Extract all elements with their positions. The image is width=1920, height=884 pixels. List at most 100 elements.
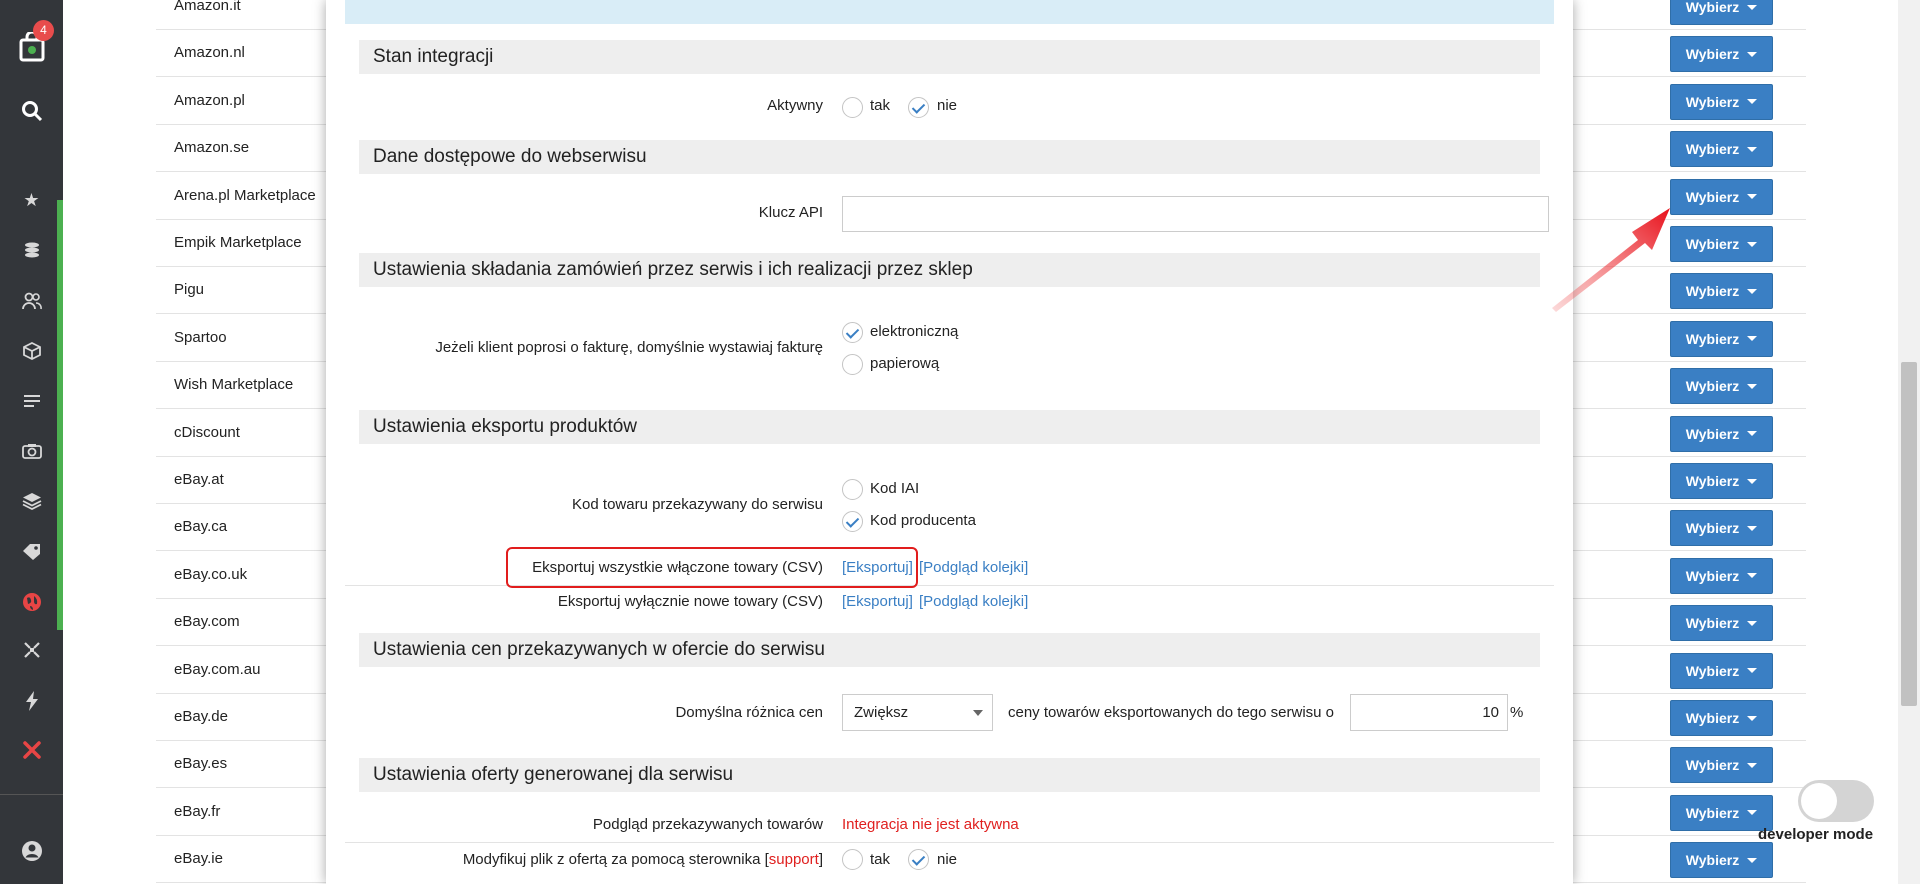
caret-down-icon [1747,99,1758,105]
active-no-label: nie [937,97,958,114]
tag-icon[interactable] [0,542,63,565]
layers-icon[interactable] [0,492,63,515]
red-arrow-annotation [1552,208,1670,312]
modify-label: Modyfikuj plik z ofertą za pomocą sterow… [462,851,823,868]
caret-down-icon [1747,573,1758,579]
code-iai-label: Kod IAI [870,480,920,497]
modify-no-label: nie [937,851,958,868]
caret-down-icon [1747,241,1758,247]
wybierz-button[interactable]: Wybierz [1670,510,1773,547]
orders-icon[interactable] [0,392,63,414]
wybierz-button-label: Wybierz [1685,46,1740,63]
api-key-input[interactable] [842,196,1549,232]
wybierz-button[interactable]: Wybierz [1670,226,1773,262]
marketplace-name: Wish Marketplace [174,376,294,394]
code-iai-radio[interactable] [842,479,863,500]
wybierz-button[interactable]: Wybierz [1670,131,1773,168]
active-yes-radio[interactable] [842,97,863,118]
invoice-electronic-label: elektroniczną [870,323,959,340]
wybierz-button[interactable]: Wybierz [1670,463,1773,499]
caret-down-icon [1747,4,1758,10]
wybierz-button[interactable]: Wybierz [1670,0,1773,25]
marketplace-name: Arena.pl Marketplace [174,186,316,204]
wybierz-button-label: Wybierz [1685,852,1740,869]
wybierz-button-label: Wybierz [1685,520,1740,537]
support-link[interactable]: support [769,851,819,868]
cart-icon[interactable] [0,30,63,66]
caret-down-icon [1747,668,1758,674]
camera-icon[interactable] [0,442,63,464]
wybierz-button-label: Wybierz [1685,283,1740,300]
developer-mode-toggle-knob [1801,783,1837,819]
export-new-link[interactable]: [Eksportuj] [842,593,913,610]
wybierz-button[interactable]: Wybierz [1670,652,1773,689]
wybierz-button[interactable]: Wybierz [1670,605,1773,642]
price-diff-unit: % [1510,704,1524,721]
wybierz-button[interactable]: Wybierz [1670,557,1773,594]
account-icon[interactable] [0,840,63,867]
caret-down-icon [1747,383,1758,389]
marketplace-name: Empik Marketplace [174,234,302,251]
preview-label: Podgląd przekazywanych towarów [592,816,823,833]
marketplace-name: eBay.de [174,708,228,725]
coins-icon[interactable] [0,241,63,264]
section-offer-heading: Ustawienia oferty generowanej dla serwis… [359,758,1540,792]
star-icon[interactable]: ★ [0,189,63,211]
wybierz-button[interactable]: Wybierz [1670,320,1773,357]
marketplace-name: eBay.fr [174,802,221,820]
export-new-queue-link[interactable]: [Podgląd kolejki] [919,593,1028,610]
wybierz-button[interactable]: Wybierz [1670,700,1773,736]
box-icon[interactable] [0,341,63,366]
price-diff-input[interactable]: 10 [1350,694,1508,731]
export-all-queue-link[interactable]: [Podgląd kolejki] [919,559,1028,576]
wybierz-button-label: Wybierz [1685,710,1740,726]
section-orders-heading: Ustawienia składania zamówień przez serw… [359,253,1540,287]
caret-down-icon [1747,478,1758,484]
modify-no-radio[interactable] [908,849,929,870]
section-prices-heading: Ustawienia cen przekazywanych w ofercie … [359,633,1540,667]
wybierz-button[interactable]: Wybierz [1670,273,1773,310]
wybierz-button[interactable]: Wybierz [1670,83,1773,120]
lightning-icon[interactable] [0,691,63,716]
marketplace-name: eBay.com [174,613,240,631]
wybierz-button[interactable]: Wybierz [1670,178,1773,215]
invoice-electronic-radio[interactable] [842,322,863,343]
wybierz-button-label: Wybierz [1685,188,1740,205]
code-producer-label: Kod producenta [870,512,976,529]
users-icon[interactable] [0,292,63,315]
price-diff-select[interactable]: Zwiększ [842,694,993,731]
wybierz-button-label: Wybierz [1685,330,1740,347]
caret-down-icon [1747,620,1758,626]
active-no-radio[interactable] [908,97,929,118]
marketplace-name: Pigu [174,281,205,299]
wybierz-button[interactable]: Wybierz [1670,36,1773,73]
invoice-paper-label: papierową [870,355,940,372]
marketplace-name: eBay.ca [174,518,228,536]
wybierz-button[interactable]: Wybierz [1670,415,1773,452]
marketplace-name: eBay.co.uk [174,565,248,583]
caret-down-icon [1747,715,1758,721]
wybierz-button-label: Wybierz [1685,615,1740,632]
wybierz-button-label: Wybierz [1685,804,1740,821]
active-indicator [57,200,63,630]
product-code-label: Kod towaru przekazywany do serwisu [572,496,823,513]
wybierz-button[interactable]: Wybierz [1670,747,1773,784]
invoice-paper-radio[interactable] [842,354,863,375]
search-icon[interactable] [0,100,63,126]
highlight-box [506,547,918,588]
caret-down-icon [1747,194,1758,200]
wybierz-button[interactable]: Wybierz [1670,368,1773,405]
scrollbar-thumb[interactable] [1901,362,1917,706]
integrations-icon[interactable] [0,641,63,664]
globe-icon[interactable] [0,592,63,617]
marketplace-name: eBay.ie [174,850,223,868]
chevron-down-icon [973,710,983,716]
modify-yes-radio[interactable] [842,849,863,870]
wybierz-button-label: Wybierz [1685,567,1740,584]
caret-down-icon [1747,762,1758,768]
code-producer-radio[interactable] [842,511,863,532]
section-export-heading: Ustawienia eksportu produktów [359,410,1540,444]
price-diff-label: Domyślna różnica cen [675,704,823,721]
wybierz-button[interactable]: Wybierz [1670,842,1773,879]
tools-icon[interactable] [0,741,63,764]
